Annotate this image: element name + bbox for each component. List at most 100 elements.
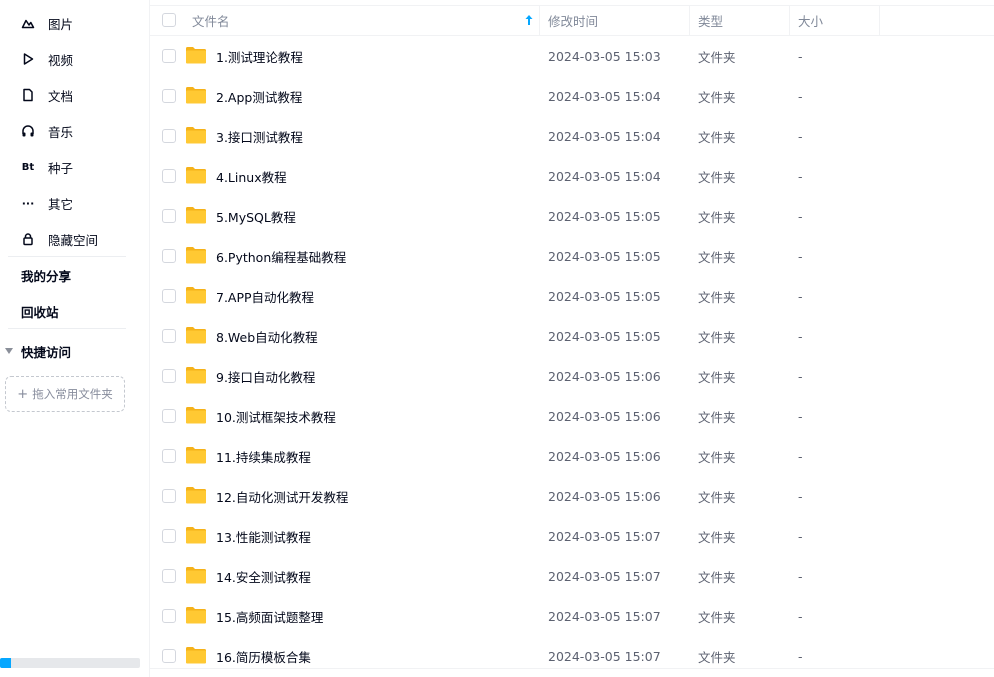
folder-icon [186,87,206,104]
file-name[interactable]: 4.Linux教程 [216,156,287,196]
file-size: - [798,568,803,584]
sidebar-item-label: 种子 [48,160,74,176]
file-modified-time: 2024-03-05 15:07 [548,568,661,584]
sidebar-item-music[interactable]: 音乐 [0,113,140,149]
file-name[interactable]: 13.性能测试教程 [216,516,311,556]
row-checkbox[interactable] [162,609,176,623]
file-modified-time: 2024-03-05 15:05 [548,288,661,304]
table-row[interactable]: 12.自动化测试开发教程 2024-03-05 15:06 文件夹 - [150,476,994,516]
file-name[interactable]: 3.接口测试教程 [216,116,303,156]
table-row[interactable]: 2.App测试教程 2024-03-05 15:04 文件夹 - [150,76,994,116]
sidebar-item-documents[interactable]: 文档 [0,77,140,113]
table-row[interactable]: 4.Linux教程 2024-03-05 15:04 文件夹 - [150,156,994,196]
file-name[interactable]: 7.APP自动化教程 [216,276,314,316]
row-checkbox[interactable] [162,329,176,343]
caret-down-icon[interactable] [5,348,13,354]
table-row[interactable]: 10.测试框架技术教程 2024-03-05 15:06 文件夹 - [150,396,994,436]
table-row[interactable]: 6.Python编程基础教程 2024-03-05 15:05 文件夹 - [150,236,994,276]
sort-ascending-icon[interactable] [524,14,534,26]
sidebar-item-torrents[interactable]: Bt 种子 [0,149,140,185]
table-row[interactable]: 1.测试理论教程 2024-03-05 15:03 文件夹 - [150,36,994,76]
file-modified-time: 2024-03-05 15:05 [548,208,661,224]
folder-icon [186,567,206,584]
table-row[interactable]: 14.安全测试教程 2024-03-05 15:07 文件夹 - [150,556,994,596]
file-name[interactable]: 6.Python编程基础教程 [216,236,346,276]
sidebar-item-recycle-bin[interactable]: 回收站 [21,293,59,329]
row-checkbox[interactable] [162,169,176,183]
file-name[interactable]: 12.自动化测试开发教程 [216,476,348,516]
file-modified-time: 2024-03-05 15:06 [548,368,661,384]
row-checkbox[interactable] [162,49,176,63]
file-size: - [798,488,803,504]
file-type: 文件夹 [698,129,736,145]
row-checkbox[interactable] [162,489,176,503]
sidebar-item-hidden-space[interactable]: 隐藏空间 [0,221,140,257]
column-separator[interactable] [689,6,690,35]
sidebar-item-other[interactable]: ··· 其它 [0,185,140,221]
select-all-checkbox[interactable] [162,13,176,27]
table-row[interactable]: 7.APP自动化教程 2024-03-05 15:05 文件夹 - [150,276,994,316]
file-type: 文件夹 [698,369,736,385]
row-checkbox[interactable] [162,409,176,423]
column-header-name[interactable]: 文件名 [192,6,230,35]
table-row[interactable]: 15.高频面试题整理 2024-03-05 15:07 文件夹 - [150,596,994,636]
file-modified-time: 2024-03-05 15:05 [548,248,661,264]
row-checkbox[interactable] [162,289,176,303]
quick-access-heading[interactable]: 快捷访问 [21,333,71,369]
image-icon [21,16,35,30]
row-checkbox[interactable] [162,249,176,263]
file-modified-time: 2024-03-05 15:05 [548,328,661,344]
table-row[interactable]: 13.性能测试教程 2024-03-05 15:07 文件夹 - [150,516,994,556]
column-separator[interactable] [539,6,540,35]
file-modified-time: 2024-03-05 15:04 [548,88,661,104]
file-size: - [798,168,803,184]
plus-icon: + [17,386,29,402]
row-checkbox[interactable] [162,649,176,663]
folder-icon [186,287,206,304]
row-checkbox[interactable] [162,89,176,103]
drop-favorite-folder-zone[interactable]: + 拖入常用文件夹 [5,376,125,412]
column-header-modified[interactable]: 修改时间 [548,6,598,35]
row-checkbox[interactable] [162,369,176,383]
column-separator[interactable] [879,6,880,35]
table-row[interactable]: 3.接口测试教程 2024-03-05 15:04 文件夹 - [150,116,994,156]
storage-quota-bar [0,658,140,668]
table-row[interactable]: 5.MySQL教程 2024-03-05 15:05 文件夹 - [150,196,994,236]
file-name[interactable]: 5.MySQL教程 [216,196,296,236]
table-row[interactable]: 11.持续集成教程 2024-03-05 15:06 文件夹 - [150,436,994,476]
file-name[interactable]: 8.Web自动化教程 [216,316,318,356]
table-row[interactable]: 16.简历模板合集 2024-03-05 15:07 文件夹 - [150,636,994,676]
document-icon [21,88,35,102]
sidebar-item-my-share[interactable]: 我的分享 [21,257,71,293]
file-name[interactable]: 10.测试框架技术教程 [216,396,336,436]
column-header-type[interactable]: 类型 [698,6,723,35]
file-name[interactable]: 14.安全测试教程 [216,556,311,596]
table-row[interactable]: 9.接口自动化教程 2024-03-05 15:06 文件夹 - [150,356,994,396]
file-name[interactable]: 9.接口自动化教程 [216,356,315,396]
sidebar-item-label: 文档 [48,88,74,104]
file-type: 文件夹 [698,409,736,425]
column-header-size[interactable]: 大小 [798,6,823,35]
row-checkbox[interactable] [162,129,176,143]
row-checkbox[interactable] [162,449,176,463]
file-name[interactable]: 1.测试理论教程 [216,36,303,76]
file-type: 文件夹 [698,529,736,545]
file-modified-time: 2024-03-05 15:06 [548,448,661,464]
row-checkbox[interactable] [162,529,176,543]
file-name[interactable]: 16.简历模板合集 [216,636,311,676]
file-type: 文件夹 [698,609,736,625]
sidebar-item-videos[interactable]: 视频 [0,41,140,77]
file-name[interactable]: 15.高频面试题整理 [216,596,323,636]
sidebar-item-images[interactable]: 图片 [0,5,140,41]
table-row[interactable]: 8.Web自动化教程 2024-03-05 15:05 文件夹 - [150,316,994,356]
row-checkbox[interactable] [162,209,176,223]
folder-icon [186,487,206,504]
file-size: - [798,448,803,464]
file-list: 文件名 修改时间 类型 大小 1.测试理论教程 2024-03-05 15:03 文… [150,0,994,677]
file-name[interactable]: 11.持续集成教程 [216,436,311,476]
sidebar-item-label: 视频 [48,52,74,68]
row-checkbox[interactable] [162,569,176,583]
folder-icon [186,327,206,344]
file-name[interactable]: 2.App测试教程 [216,76,302,116]
column-separator[interactable] [789,6,790,35]
